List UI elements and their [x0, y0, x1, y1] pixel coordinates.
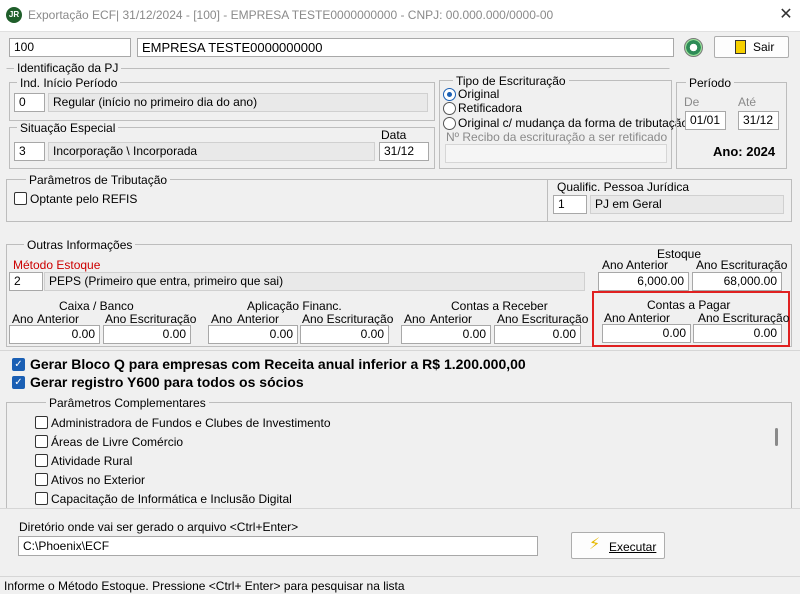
metodo-estoque-desc-field: PEPS (Primeiro que entra, primeiro que s… [44, 272, 585, 291]
aplicacao-ano-label: Ano [211, 312, 233, 326]
recibo-field[interactable] [445, 144, 667, 163]
complementar-label-3: Atividade Rural [51, 454, 133, 468]
estoque-escrituracao-label: Ano Escrituração [696, 258, 788, 272]
complementar-label-5: Capacitação de Informática e Inclusão Di… [51, 492, 292, 506]
radio-original-mudanca-label: Original c/ mudança da forma de tributaç… [458, 116, 689, 130]
complementar-label-2: Áreas de Livre Comércio [51, 435, 184, 449]
contas-pagar-escrituracao-field[interactable]: 0.00 [693, 324, 782, 343]
metodo-estoque-label: Método Estoque [13, 258, 101, 272]
situacao-data-field[interactable]: 31/12 [379, 142, 429, 161]
qualific-label: Qualific. Pessoa Jurídica [557, 180, 690, 194]
periodo-title: Período [686, 76, 735, 90]
ind-inicio-code-field[interactable]: 0 [14, 93, 45, 112]
caixa-banco-title: Caixa / Banco [59, 299, 134, 313]
estoque-escrituracao-field[interactable]: 68,000.00 [692, 272, 782, 291]
periodo-de-label: De [684, 95, 700, 109]
situacao-data-label: Data [381, 128, 407, 142]
diretorio-divider [0, 508, 800, 509]
complementar-checkbox-1[interactable] [35, 416, 48, 429]
execute-button[interactable]: ⚡ Executar [571, 532, 665, 559]
aplicacao-anterior-field[interactable]: 0.00 [208, 325, 298, 344]
radio-retificadora-label: Retificadora [458, 101, 523, 115]
qualific-code-field[interactable]: 1 [553, 195, 587, 214]
contas-pagar-title: Contas a Pagar [647, 298, 731, 312]
caixa-banco-escrituracao-label: Ano Escrituração [105, 312, 197, 326]
metodo-estoque-code-field[interactable]: 2 [9, 272, 43, 291]
complementar-label-4: Ativos no Exterior [51, 473, 146, 487]
diretorio-label: Diretório onde vai ser gerado o arquivo … [19, 520, 299, 534]
caixa-banco-anterior-label: Anterior [37, 312, 80, 326]
periodo-ate-label: Até [738, 95, 757, 109]
contas-receber-escrituracao-field[interactable]: 0.00 [494, 325, 581, 344]
optante-refis-checkbox[interactable] [14, 192, 27, 205]
scrollbar-thumb[interactable] [775, 428, 778, 446]
tributacao-divider [547, 180, 548, 221]
contas-receber-anterior-label: Anterior [430, 312, 473, 326]
complementar-label-1: Administradora de Fundos e Clubes de Inv… [51, 416, 331, 430]
contas-pagar-anterior-field[interactable]: 0.00 [602, 324, 691, 343]
contas-pagar-escrituracao-label: Ano Escrituração [698, 311, 790, 325]
aplicacao-escrituracao-field[interactable]: 0.00 [300, 325, 389, 344]
door-exit-icon [735, 40, 746, 54]
aplicacao-escrituracao-label: Ano Escrituração [302, 312, 394, 326]
qualific-desc-field: PJ em Geral [590, 195, 784, 214]
status-text: Informe o Método Estoque. Pressione <Ctr… [4, 579, 405, 593]
tipo-escrituracao-title: Tipo de Escrituração [453, 74, 569, 88]
close-icon[interactable]: ✕ [776, 5, 796, 25]
aplicacao-anterior-label: Anterior [237, 312, 280, 326]
execute-button-label: Executar [609, 540, 657, 554]
contas-receber-title: Contas a Receber [451, 299, 548, 313]
situacao-code-field[interactable]: 3 [14, 142, 45, 161]
periodo-ano: Ano: 2024 [713, 144, 776, 159]
bloco-q-label: Gerar Bloco Q para empresas com Receita … [30, 356, 526, 372]
contas-receber-ano-label: Ano [404, 312, 426, 326]
diretorio-field[interactable]: C:\Phoenix\ECF [18, 536, 538, 556]
section-divider [0, 350, 800, 351]
radio-original-mudanca[interactable] [443, 117, 456, 130]
contas-receber-anterior-field[interactable]: 0.00 [401, 325, 491, 344]
complementar-checkbox-3[interactable] [35, 454, 48, 467]
ind-inicio-title: Ind. Início Período [17, 76, 121, 90]
lightning-icon: ⚡ [589, 536, 601, 553]
exit-button[interactable]: Sair [714, 36, 789, 58]
company-code-field[interactable]: 100 [9, 38, 131, 57]
complementar-checkbox-5[interactable] [35, 492, 48, 505]
estoque-anterior-field[interactable]: 6,000.00 [598, 272, 689, 291]
recibo-label: Nº Recibo da escrituração a ser retifica… [446, 130, 668, 144]
complementar-checkbox-4[interactable] [35, 473, 48, 486]
caixa-banco-escrituracao-field[interactable]: 0.00 [103, 325, 191, 344]
company-name-field[interactable]: EMPRESA TESTE0000000000 [137, 38, 674, 57]
contas-pagar-anterior-label: Ano Anterior [604, 311, 671, 325]
registro-y600-label: Gerar registro Y600 para todos os sócios [30, 374, 304, 390]
radio-original-label: Original [458, 87, 500, 101]
aplicacao-title: Aplicação Financ. [247, 299, 342, 313]
contas-receber-escrituracao-label: Ano Escrituração [497, 312, 589, 326]
registro-y600-checkbox[interactable]: ✓ [12, 376, 25, 389]
status-bar: Informe o Método Estoque. Pressione <Ctr… [0, 576, 800, 594]
title-bar: JR Exportação ECF| 31/12/2024 - [100] - … [0, 0, 800, 32]
identificacao-title: Identificação da PJ [14, 61, 122, 75]
situacao-desc-field: Incorporação \ Incorporada [48, 142, 375, 161]
complementar-checkbox-2[interactable] [35, 435, 48, 448]
optante-refis-label: Optante pelo REFIS [30, 192, 138, 206]
window-title: Exportação ECF| 31/12/2024 - [100] - EMP… [28, 8, 554, 22]
bloco-q-checkbox[interactable]: ✓ [12, 358, 25, 371]
complementares-title: Parâmetros Complementares [46, 396, 209, 410]
ind-inicio-desc-field: Regular (início no primeiro dia do ano) [48, 93, 428, 112]
refresh-icon[interactable] [684, 38, 703, 57]
complementares-scrollbar[interactable] [772, 412, 782, 506]
app-logo-icon: JR [6, 7, 22, 23]
estoque-anterior-label: Ano Anterior [602, 258, 669, 272]
radio-retificadora[interactable] [443, 102, 456, 115]
caixa-banco-ano-label: Ano [12, 312, 34, 326]
exit-button-label: Sair [753, 40, 775, 54]
tributacao-title: Parâmetros de Tributação [26, 173, 171, 187]
radio-original[interactable] [443, 88, 456, 101]
periodo-de-field[interactable]: 01/01 [685, 111, 726, 130]
outras-info-title: Outras Informações [24, 238, 136, 252]
periodo-ate-field[interactable]: 31/12 [738, 111, 779, 130]
situacao-title: Situação Especial [17, 121, 119, 135]
caixa-banco-anterior-field[interactable]: 0.00 [9, 325, 100, 344]
